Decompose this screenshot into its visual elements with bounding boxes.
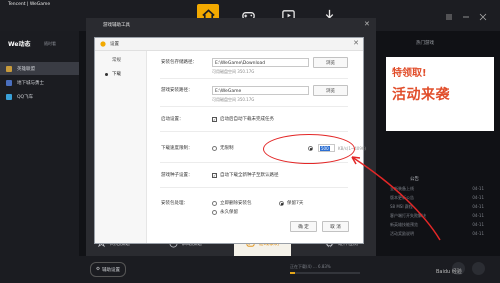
annotation-arrow [351,156,441,241]
watermark: Baidu 经验 [436,269,462,275]
